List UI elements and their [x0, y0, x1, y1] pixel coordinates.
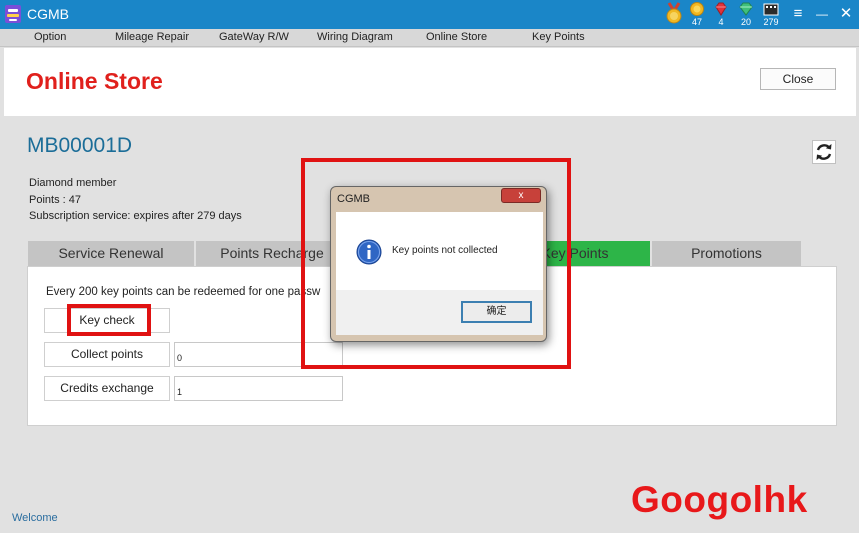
- collect-points-field[interactable]: [174, 342, 343, 367]
- calendar-stat: 279: [760, 2, 782, 28]
- title-bar: CGMB 47 4 20 279 ≡ — ✕: [0, 0, 859, 29]
- gold-coin-icon: [690, 2, 704, 16]
- redeem-description: Every 200 key points can be redeemed for…: [46, 286, 321, 298]
- menu-option[interactable]: Option: [34, 31, 66, 43]
- tab-promotions[interactable]: Promotions: [652, 241, 801, 266]
- key-check-button[interactable]: Key check: [44, 308, 170, 333]
- page-header: Online Store Close: [4, 48, 856, 116]
- page-title: Online Store: [26, 68, 163, 94]
- diamond-stat: 20: [735, 2, 757, 28]
- menu-mileage-repair[interactable]: Mileage Repair: [115, 31, 189, 43]
- message-dialog: CGMB x Key points not collected 确定: [330, 186, 547, 342]
- dialog-title: CGMB: [337, 193, 370, 205]
- collect-points-button[interactable]: Collect points: [44, 342, 170, 367]
- credits-exchange-button[interactable]: Credits exchange: [44, 376, 170, 401]
- close-button[interactable]: Close: [760, 68, 836, 90]
- gold-medal-icon: [666, 2, 682, 24]
- account-id: MB00001D: [27, 134, 133, 157]
- gem-stat: 4: [710, 2, 732, 28]
- info-icon: [356, 239, 382, 265]
- coin-value: 47: [691, 17, 702, 27]
- membership-level: Diamond member: [29, 177, 117, 189]
- gem-value: 4: [718, 17, 724, 27]
- menu-bar: Option Mileage Repair GateWay R/W Wiring…: [0, 29, 859, 47]
- gold-medal-stat: [663, 2, 685, 28]
- refresh-button[interactable]: [812, 140, 836, 164]
- watermark-text: Googolhk: [631, 479, 808, 520]
- coin-stat: 47: [686, 2, 708, 28]
- app-logo-icon: [5, 5, 21, 23]
- window-close-button[interactable]: ✕: [835, 4, 857, 24]
- dialog-message: Key points not collected: [392, 245, 498, 256]
- menu-key-points[interactable]: Key Points: [532, 31, 585, 43]
- refresh-icon: [816, 144, 832, 160]
- points-balance: Points : 47: [29, 194, 81, 206]
- dialog-close-button[interactable]: x: [501, 188, 541, 203]
- minimize-button[interactable]: —: [811, 4, 833, 24]
- diamond-value: 20: [740, 17, 751, 27]
- red-gem-icon: [715, 2, 727, 16]
- credits-exchange-field[interactable]: [174, 376, 343, 401]
- menu-gateway-rw[interactable]: GateWay R/W: [219, 31, 289, 43]
- green-diamond-icon: [739, 2, 753, 16]
- app-title: CGMB: [27, 6, 69, 22]
- tab-points-recharge[interactable]: Points Recharge: [196, 241, 348, 266]
- calendar-icon: [763, 3, 779, 16]
- tab-service-renewal[interactable]: Service Renewal: [28, 241, 194, 266]
- ok-button[interactable]: 确定: [461, 301, 532, 323]
- subscription-status: Subscription service: expires after 279 …: [29, 210, 242, 222]
- status-text: Welcome: [12, 512, 58, 524]
- hamburger-menu-icon[interactable]: ≡: [787, 4, 809, 24]
- menu-wiring-diagram[interactable]: Wiring Diagram: [317, 31, 393, 43]
- calendar-value: 279: [763, 17, 779, 27]
- menu-online-store[interactable]: Online Store: [426, 31, 487, 43]
